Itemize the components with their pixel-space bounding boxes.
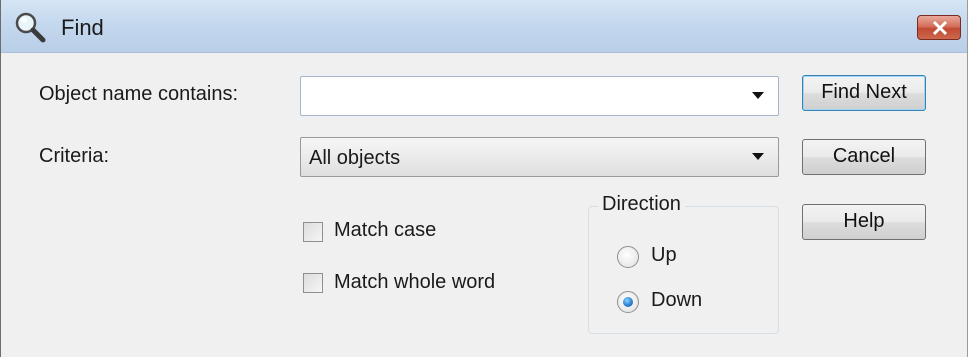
direction-down-label[interactable]: Down [651, 289, 702, 312]
window-title: Find [61, 15, 104, 40]
dropdown-arrow-icon[interactable] [752, 153, 764, 160]
direction-up-label[interactable]: Up [651, 244, 677, 267]
direction-down-radio[interactable] [617, 291, 639, 313]
criteria-select[interactable]: All objects [300, 137, 779, 177]
match-whole-word-label[interactable]: Match whole word [334, 271, 495, 294]
close-button[interactable] [917, 15, 961, 40]
object-name-label: Object name contains: [39, 83, 238, 105]
help-button[interactable]: Help [802, 204, 926, 240]
direction-legend: Direction [598, 193, 685, 216]
close-x-icon [932, 20, 948, 36]
magnifier-icon [13, 10, 47, 44]
dropdown-arrow-icon[interactable] [752, 92, 764, 99]
match-case-checkbox[interactable] [303, 222, 323, 242]
object-name-combobox[interactable] [300, 76, 779, 116]
direction-groupbox [588, 206, 779, 334]
match-case-label[interactable]: Match case [334, 219, 436, 242]
direction-up-radio[interactable] [617, 246, 639, 268]
find-dialog: Find Object name contains: Criteria: All… [0, 0, 968, 357]
criteria-label: Criteria: [39, 145, 110, 167]
criteria-selected-value: All objects [309, 147, 401, 169]
title-bar[interactable]: Find [1, 0, 967, 53]
match-whole-word-checkbox[interactable] [303, 273, 323, 293]
find-next-button[interactable]: Find Next [802, 75, 926, 111]
cancel-button[interactable]: Cancel [802, 139, 926, 175]
